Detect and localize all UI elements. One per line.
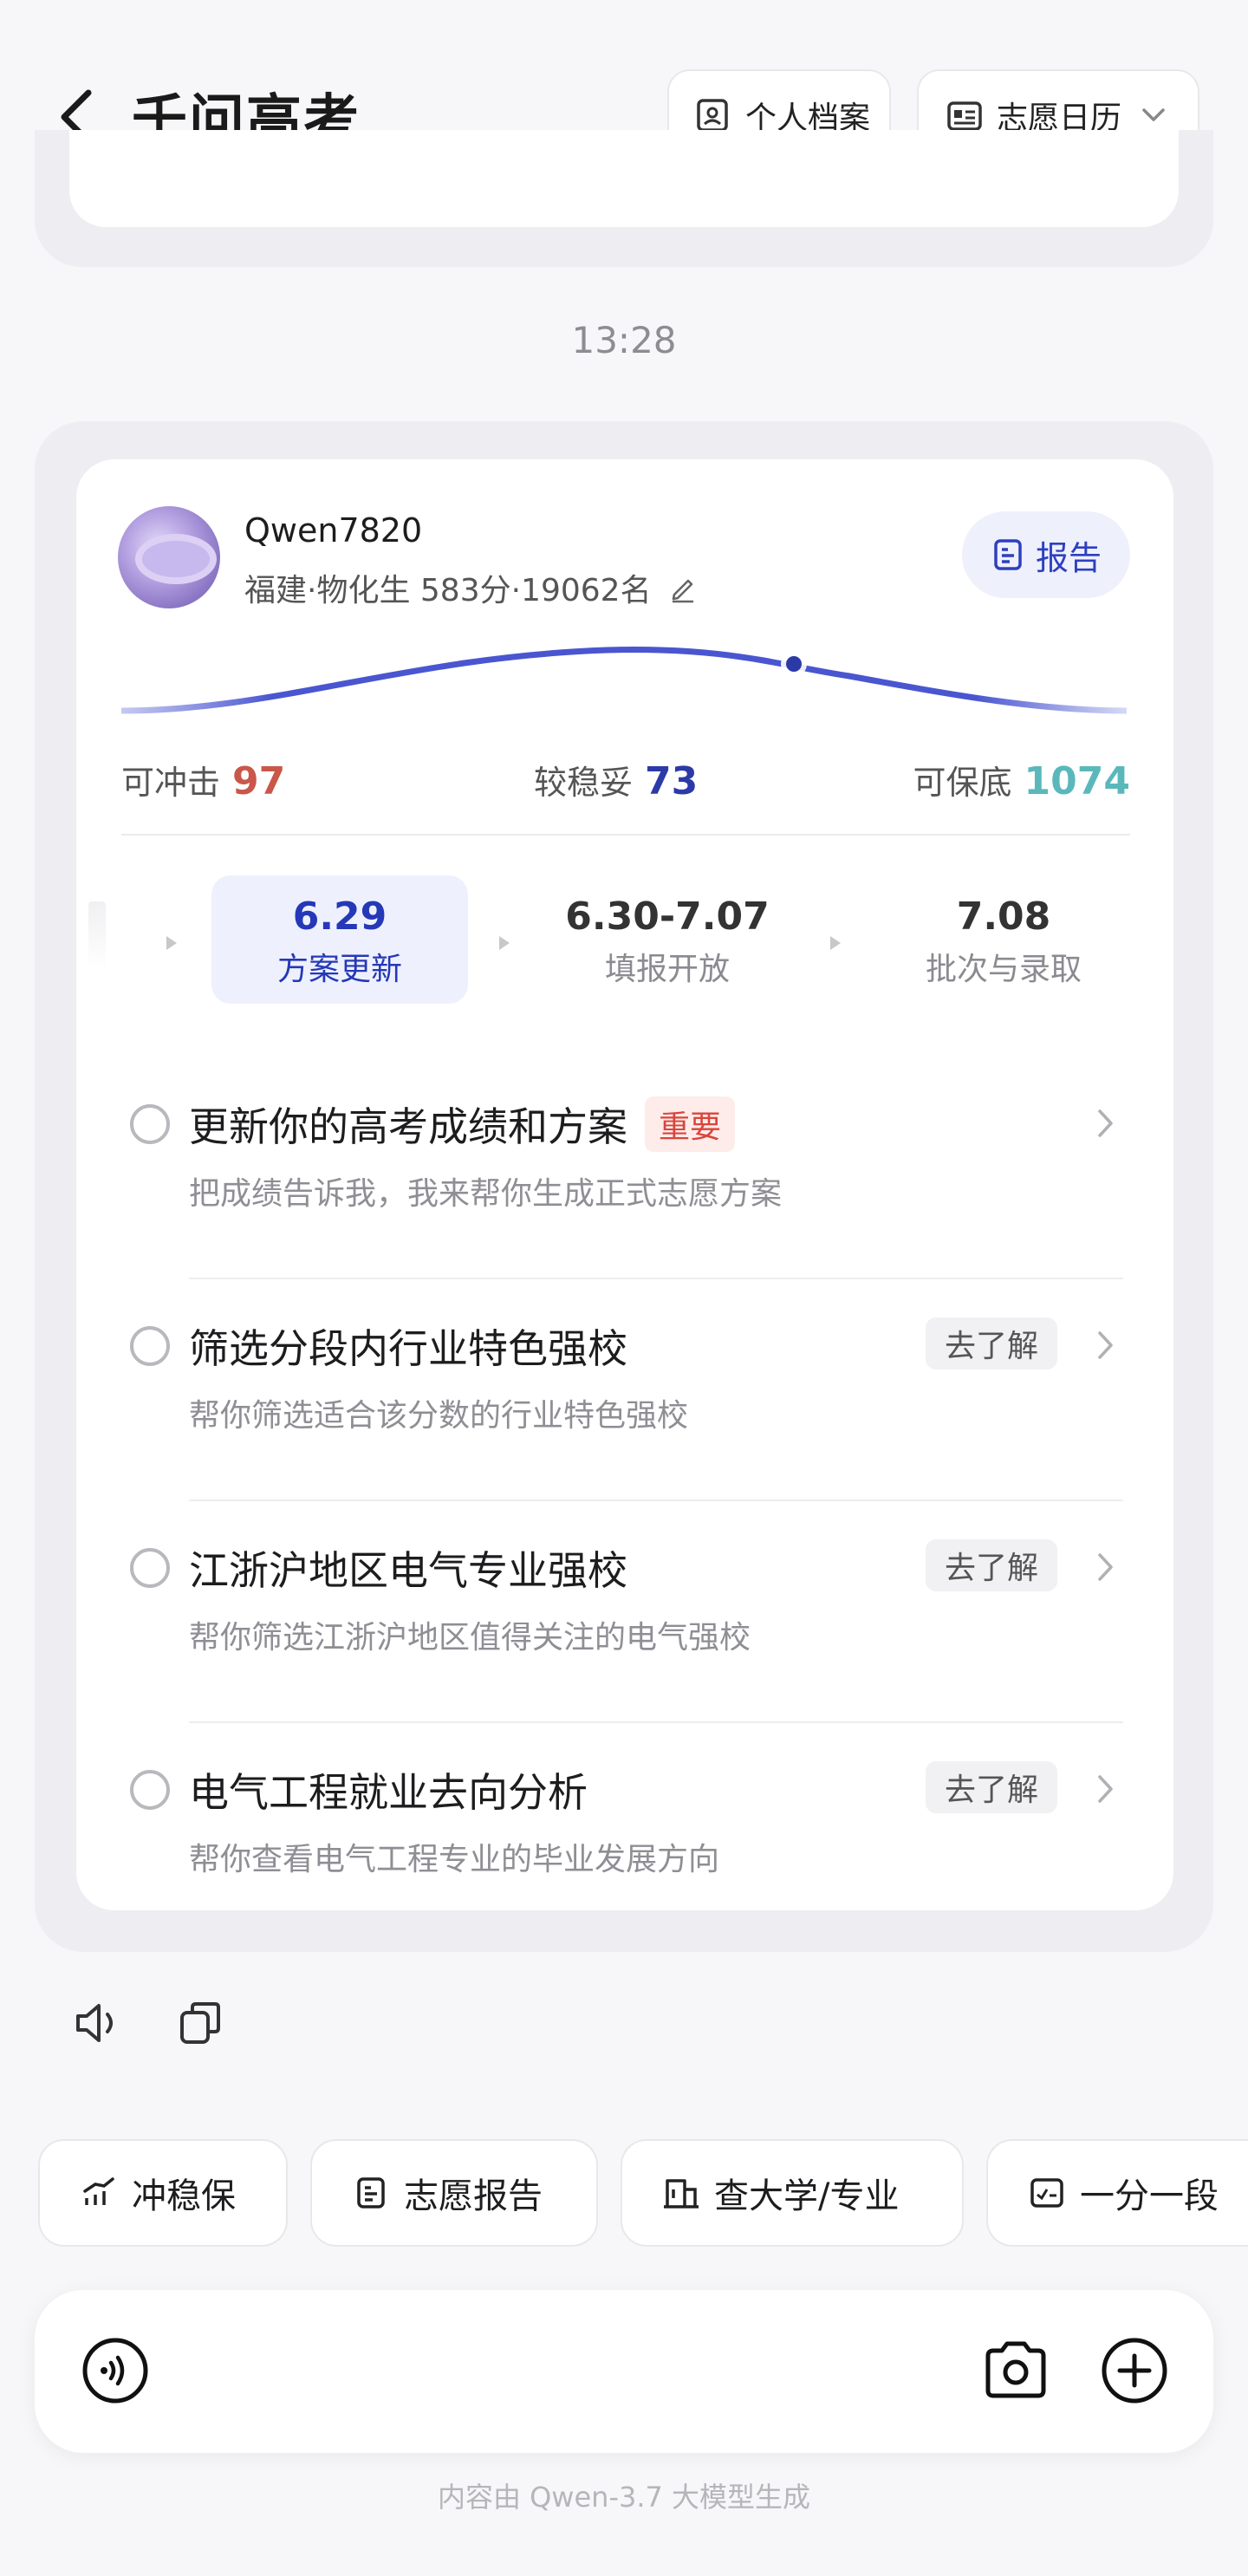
task-checkbox[interactable] [130,1104,170,1144]
timeline-arrow-icon [830,936,841,950]
task-checkbox[interactable] [130,1770,170,1810]
task-subtitle: 帮你筛选适合该分数的行业特色强校 [189,1398,689,1434]
chevron-right-icon [1098,1553,1113,1581]
chip-label: 一分一段 [1080,2176,1219,2216]
stat-rush-value: 97 [232,759,286,803]
stat-stable-value: 73 [645,759,699,803]
previous-message-bubble [35,130,1213,267]
chat-input-bar [35,2290,1213,2453]
speaker-icon[interactable] [69,1995,125,2051]
chip-score-table[interactable]: 一分一段 [986,2139,1248,2247]
learn-more-button[interactable]: 去了解 [926,1539,1057,1591]
timeline-label: 批次与录取 [925,952,1082,987]
camera-icon[interactable] [981,2337,1050,2403]
task-subtitle: 把成绩告诉我，我来帮你生成正式志愿方案 [189,1176,783,1212]
timeline-label: 填报开放 [604,952,730,987]
chevron-right-icon [1098,1109,1113,1137]
chip-label: 冲稳保 [132,2176,236,2216]
timeline-date: 6.30-7.07 [565,894,770,939]
username: Qwen7820 [244,511,423,550]
stat-stable[interactable]: 较稳妥 73 [534,756,698,803]
timeline-arrow-icon [166,936,177,950]
timeline-date: 6.29 [292,894,387,939]
divider [121,834,1130,836]
timeline-prev-step-hint [88,901,106,971]
task-title: 江浙沪地区电气专业强校 [189,1539,627,1597]
task-item-career-analysis[interactable]: 电气工程就业去向分析 帮你查看电气工程专业的毕业发展方向 去了解 [76,1723,1173,1945]
task-title-text: 更新你的高考成绩和方案 [189,1103,627,1150]
task-item-electrical-schools[interactable]: 江浙沪地区电气专业强校 帮你筛选江浙沪地区值得关注的电气强校 去了解 [76,1501,1173,1723]
avatar [118,506,220,608]
schedule-timeline: 6.29 方案更新 6.30-7.07 填报开放 7.08 批次与录取 [76,867,1173,1014]
voice-input-icon[interactable] [80,2335,151,2406]
chat-input[interactable] [173,2342,953,2403]
timeline-step-admission[interactable]: 7.08 批次与录取 [874,875,1134,1004]
important-badge: 重要 [645,1096,736,1152]
learn-more-button[interactable]: 去了解 [926,1317,1057,1369]
chevron-down-icon [1142,108,1165,121]
stat-safe[interactable]: 可保底 1074 [913,756,1130,803]
task-title: 电气工程就业去向分析 [189,1761,588,1818]
learn-more-button[interactable]: 去了解 [926,1761,1057,1813]
report-icon [357,2177,385,2208]
timeline-step-update[interactable]: 6.29 方案更新 [211,875,468,1004]
task-title-text: 电气工程就业去向分析 [189,1769,588,1816]
stat-safe-label: 可保底 [913,764,1012,802]
chip-search-university[interactable]: 查大学/专业 [621,2139,964,2247]
stat-rush[interactable]: 可冲击 97 [121,756,285,803]
chevron-right-icon [1098,1331,1113,1359]
stat-safe-value: 1074 [1024,759,1130,803]
report-button[interactable]: 报告 [962,511,1130,598]
ai-disclaimer: 内容由 Qwen-3.7 大模型生成 [437,2481,811,2514]
task-item-industry-schools[interactable]: 筛选分段内行业特色强校 帮你筛选适合该分数的行业特色强校 去了解 [76,1279,1173,1501]
report-icon [994,539,1022,570]
plus-icon[interactable] [1099,2335,1170,2406]
timeline-label: 方案更新 [276,952,402,987]
timeline-date: 7.08 [956,894,1051,939]
building-icon [664,2179,699,2208]
user-info-text: 福建·物化生 583分·19062名 [244,573,652,608]
task-title-text: 江浙沪地区电气专业强校 [189,1547,627,1594]
admission-stats: 可冲击 97 较稳妥 73 可保底 1074 [121,756,1130,808]
chip-label: 志愿报告 [404,2176,543,2216]
user-info[interactable]: 福建·物化生 583分·19062名 [244,565,699,610]
message-timestamp: 13:28 [571,319,677,361]
task-title: 更新你的高考成绩和方案 重要 [189,1096,736,1153]
chip-volunteer-report[interactable]: 志愿报告 [310,2139,598,2247]
task-subtitle: 帮你筛选江浙沪地区值得关注的电气强校 [189,1620,751,1656]
task-item-update-score[interactable]: 更新你的高考成绩和方案 重要 把成绩告诉我，我来帮你生成正式志愿方案 [76,1057,1173,1279]
task-title: 筛选分段内行业特色强校 [189,1317,627,1375]
score-distribution-curve [121,647,1127,714]
stat-rush-label: 可冲击 [121,764,221,802]
timeline-step-fill[interactable]: 6.30-7.07 填报开放 [537,875,797,1004]
chip-label: 查大学/专业 [714,2176,900,2216]
timeline-arrow-icon [499,936,510,950]
task-subtitle: 帮你查看电气工程专业的毕业发展方向 [189,1842,720,1877]
stat-stable-label: 较稳妥 [534,764,634,802]
score-table-icon [1030,2178,1063,2208]
task-title-text: 筛选分段内行业特色强校 [189,1325,627,1372]
task-checkbox[interactable] [130,1326,170,1366]
chip-rush-stable-safe[interactable]: 冲稳保 [38,2139,288,2247]
report-label: 报告 [1035,538,1102,577]
copy-icon[interactable] [173,1995,229,2051]
edit-pencil-icon[interactable] [667,572,699,603]
chevron-right-icon [1098,1775,1113,1803]
chart-icon [83,2177,114,2205]
previous-message-card [69,130,1179,227]
task-checkbox[interactable] [130,1548,170,1588]
